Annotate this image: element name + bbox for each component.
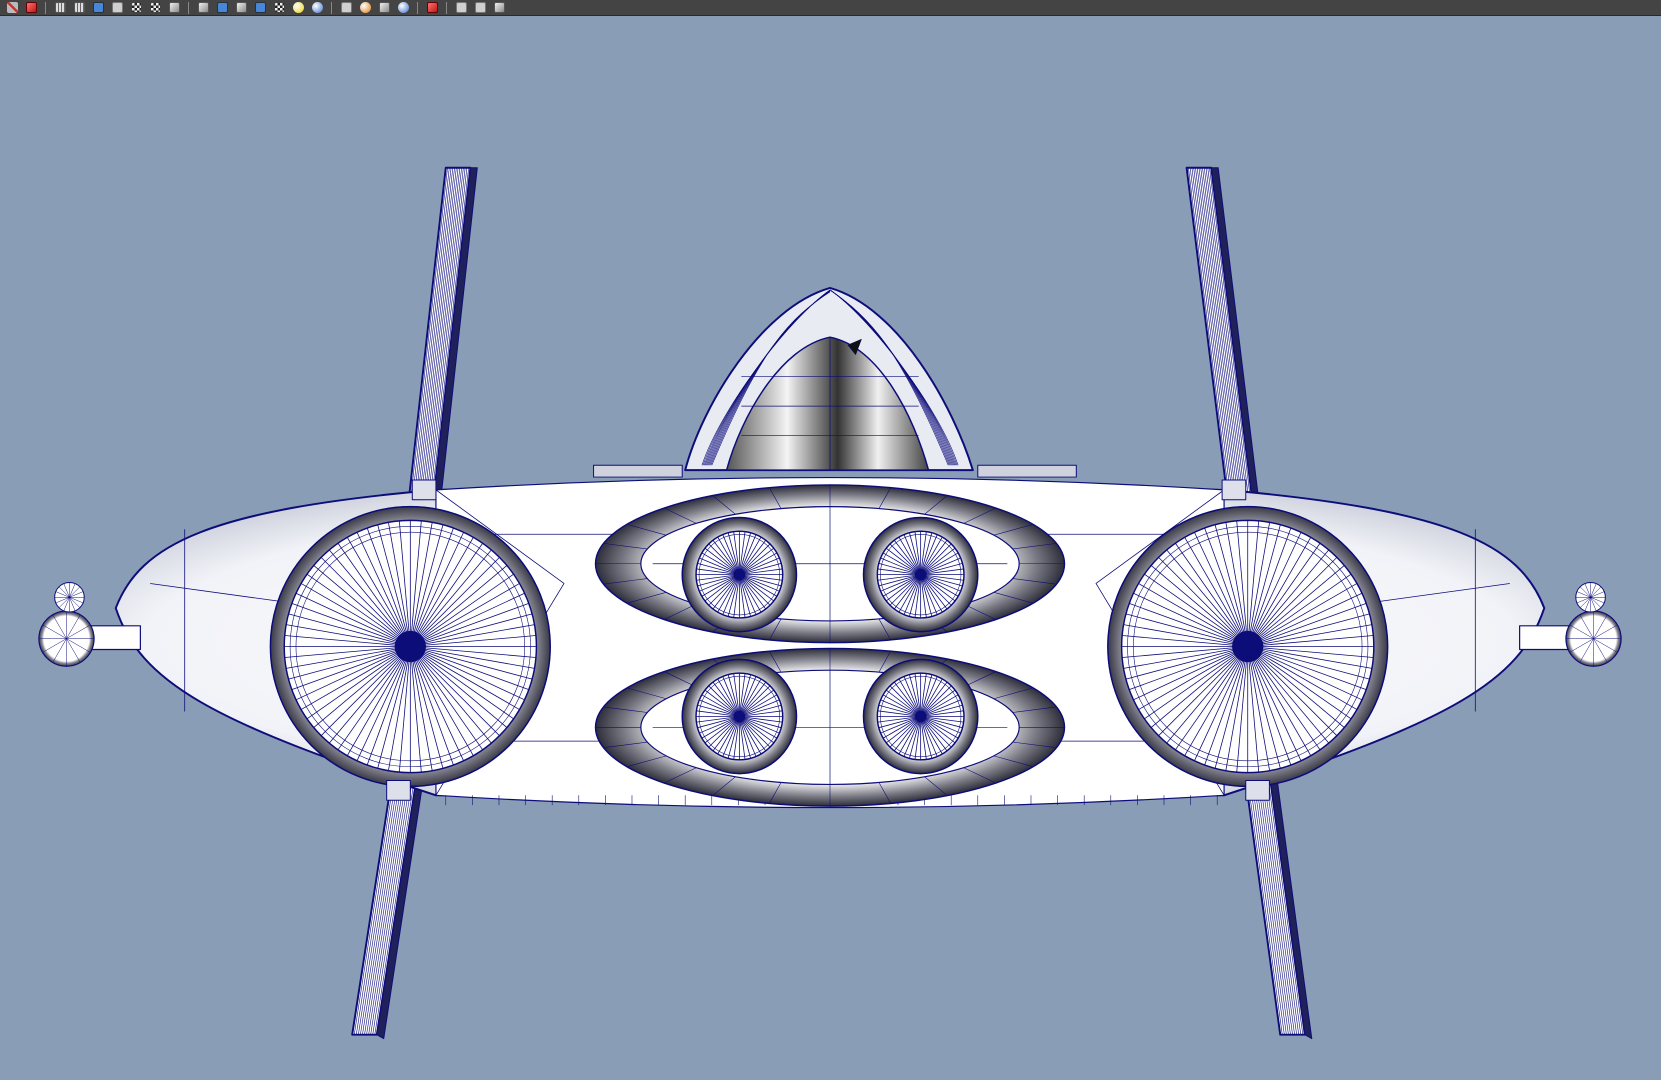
select-cursor-button[interactable]	[424, 1, 440, 15]
lower-right-fin	[1244, 779, 1313, 1040]
sculpt-tool-button[interactable]	[23, 1, 39, 15]
copy-view-icon	[474, 2, 486, 13]
intake-fan-upper-left	[681, 516, 798, 633]
viewport-toolbar	[0, 0, 1661, 16]
snapshot-icon	[455, 2, 467, 13]
upper-right-fin	[1185, 166, 1260, 500]
layers-icon	[54, 2, 66, 13]
toolbar-separator	[188, 1, 189, 14]
layers-button[interactable]	[52, 1, 68, 15]
display-monitor-button[interactable]	[338, 1, 354, 15]
environment-sphere-icon	[311, 2, 323, 13]
info-button[interactable]	[166, 1, 182, 15]
camera-cube-icon	[378, 2, 390, 13]
uv-grid-button[interactable]	[71, 1, 87, 15]
texture-checker-icon	[149, 2, 161, 13]
display-monitor-icon	[340, 2, 352, 13]
dorsal-plate-right	[977, 464, 1077, 478]
ambient-occlusion-icon	[397, 2, 409, 13]
smooth-shade-icon	[235, 2, 247, 13]
ambient-occlusion-button[interactable]	[395, 1, 411, 15]
material-sphere-icon	[92, 2, 104, 13]
fin-root-1	[411, 479, 437, 501]
settings-gear-icon	[493, 2, 505, 13]
checker-sphere-button[interactable]	[271, 1, 287, 15]
copy-view-button[interactable]	[472, 1, 488, 15]
upper-intake-housing	[594, 484, 1066, 644]
smooth-shade-button[interactable]	[233, 1, 249, 15]
white-shade-button[interactable]	[109, 1, 125, 15]
xray-box-button[interactable]	[252, 1, 268, 15]
render-sphere-button[interactable]	[357, 1, 373, 15]
toolbar-separator	[331, 1, 332, 14]
wireframe-box-icon	[130, 2, 142, 13]
left-lift-fan	[269, 505, 551, 788]
blue-box-icon	[216, 2, 228, 13]
right-lift-fan	[1107, 505, 1389, 788]
shaded-box-button[interactable]	[195, 1, 211, 15]
intake-fan-lower-right	[862, 658, 979, 775]
paint-brush-icon	[6, 2, 18, 13]
light-bulb-icon	[292, 2, 304, 13]
checker-sphere-icon	[273, 2, 285, 13]
paint-brush-button[interactable]	[4, 1, 20, 15]
upper-left-fin	[408, 166, 478, 500]
spaceship-wireframe-model	[38, 166, 1622, 1040]
intake-fan-lower-left	[681, 658, 798, 775]
blue-box-button[interactable]	[214, 1, 230, 15]
white-shade-icon	[111, 2, 123, 13]
info-icon	[168, 2, 180, 13]
toolbar-separator	[45, 1, 46, 14]
intake-fan-upper-right	[862, 516, 979, 633]
xray-box-icon	[254, 2, 266, 13]
sculpt-tool-icon	[25, 2, 37, 13]
toolbar-separator	[446, 1, 447, 14]
dorsal-plate-left	[593, 464, 683, 478]
settings-gear-button[interactable]	[491, 1, 507, 15]
3d-viewport[interactable]	[0, 16, 1661, 1080]
fin-root-4	[1245, 780, 1270, 801]
lower-left-fin	[351, 779, 424, 1040]
canopy	[684, 286, 974, 472]
camera-cube-button[interactable]	[376, 1, 392, 15]
render-sphere-icon	[359, 2, 371, 13]
fin-root-3	[386, 780, 411, 801]
uv-grid-icon	[73, 2, 85, 13]
select-cursor-icon	[426, 2, 438, 13]
snapshot-button[interactable]	[453, 1, 469, 15]
material-sphere-button[interactable]	[90, 1, 106, 15]
toolbar-separator	[417, 1, 418, 14]
lower-intake-housing	[594, 647, 1066, 807]
light-bulb-button[interactable]	[290, 1, 306, 15]
fin-root-2	[1221, 479, 1247, 501]
shaded-box-icon	[197, 2, 209, 13]
texture-checker-button[interactable]	[147, 1, 163, 15]
wireframe-box-button[interactable]	[128, 1, 144, 15]
environment-sphere-button[interactable]	[309, 1, 325, 15]
